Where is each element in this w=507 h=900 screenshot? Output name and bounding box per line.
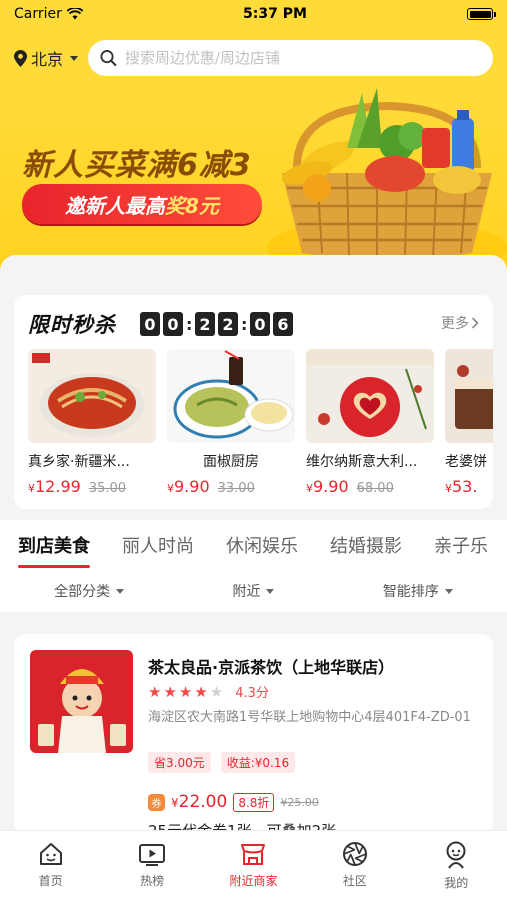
product-original-price: 68.00	[356, 481, 394, 496]
timer-digit: 2	[218, 312, 238, 336]
star-icon: ★	[163, 682, 177, 701]
wifi-icon	[66, 8, 83, 20]
product-original-price: 33.00	[217, 481, 255, 496]
product-name: 面椒厨房	[203, 454, 259, 470]
shop-card[interactable]: 茶太良品·京派茶饮（上地华联店） ★ ★ ★ ★ ★ 4.3分 海淀区农大南路1…	[14, 634, 493, 840]
home-icon	[39, 843, 62, 865]
search-input[interactable]	[124, 49, 481, 67]
nav-mine[interactable]: 我的	[416, 841, 496, 891]
product-card[interactable]: 维尔纳斯意大利... ¥9.90 68.00	[306, 349, 434, 496]
carrier-label: Carrier	[14, 6, 62, 22]
product-image	[445, 349, 493, 443]
product-price: ¥9.90	[306, 477, 349, 496]
banner-invite-pill[interactable]: 邀新人最高 奖8元	[22, 184, 262, 224]
vegetable-basket-illustration	[267, 88, 507, 273]
coupon-icon: 券	[148, 793, 165, 811]
shop-address: 海淀区农大南路1号华联上地购物中心4层401F4-ZD-01	[148, 710, 471, 725]
chevron-down-icon	[266, 588, 275, 594]
product-name: 维尔纳斯意大利...	[306, 454, 418, 470]
shop-icon	[241, 844, 266, 865]
product-card[interactable]: 面椒厨房 ¥9.90 33.00	[167, 349, 295, 496]
search-bar[interactable]	[88, 40, 493, 76]
product-card[interactable]: 老婆饼 ¥53.	[445, 349, 493, 496]
timer-digit: 0	[250, 312, 270, 336]
chevron-right-icon	[471, 317, 479, 329]
tab-beauty[interactable]: 丽人时尚	[122, 532, 194, 558]
deal-row[interactable]: 券 ¥22.00 8.8折 ¥25.00	[148, 792, 319, 812]
product-image	[306, 349, 434, 443]
star-icon: ★	[209, 682, 224, 701]
product-name: 老婆饼	[445, 454, 487, 470]
earning-tag: 收益:¥0.16	[220, 752, 296, 773]
star-icon: ★	[178, 682, 193, 701]
bottom-nav: 首页 热榜 附近商家 社区 我的	[0, 830, 507, 900]
chevron-down-icon	[70, 55, 79, 61]
aperture-icon	[342, 842, 367, 866]
product-image	[167, 349, 295, 443]
flash-sale-card: 限时秒杀 0 0 : 2 2 : 0 6 更多 真乡家·新疆米... ¥12.9…	[14, 295, 493, 509]
profile-icon	[446, 841, 466, 869]
timer-digit: 0	[163, 312, 183, 336]
deal-price: ¥22.00	[171, 792, 228, 812]
nav-hot[interactable]: 热榜	[112, 841, 192, 889]
product-original-price: 35.00	[88, 481, 127, 496]
tab-leisure[interactable]: 休闲娱乐	[226, 532, 298, 558]
rating-score: 4.3分	[235, 686, 269, 701]
chevron-down-icon	[444, 588, 453, 594]
discount-badge: 8.8折	[233, 792, 275, 812]
product-price: ¥9.90	[167, 477, 210, 496]
shop-name: 茶太良品·京派茶饮（上地华联店）	[148, 658, 395, 677]
countdown-timer: 0 0 : 2 2 : 0 6	[140, 312, 293, 336]
nav-home[interactable]: 首页	[11, 841, 91, 889]
status-time: 5:37 PM	[243, 6, 307, 22]
city-selector[interactable]: 北京	[14, 46, 79, 70]
product-name: 真乡家·新疆米...	[28, 454, 130, 470]
status-bar: Carrier 5:37 PM	[0, 0, 507, 28]
more-link[interactable]: 更多	[441, 313, 479, 333]
nav-nearby[interactable]: 附近商家	[213, 841, 293, 889]
product-image	[28, 349, 156, 443]
flash-sale-products: 真乡家·新疆米... ¥12.99 35.00 面椒厨房 ¥9.90 33.00…	[28, 349, 493, 496]
city-label: 北京	[31, 50, 64, 69]
product-card[interactable]: 真乡家·新疆米... ¥12.99 35.00	[28, 349, 156, 496]
category-tabs: 到店美食 丽人时尚 休闲娱乐 结婚摄影 亲子乐	[0, 520, 507, 570]
banner-title: 新人买菜满6减3	[22, 148, 252, 183]
filter-distance[interactable]: 附近	[232, 581, 275, 601]
tab-food[interactable]: 到店美食	[18, 532, 90, 568]
video-icon	[139, 844, 166, 866]
location-pin-icon	[14, 49, 27, 67]
tab-wedding[interactable]: 结婚摄影	[330, 532, 402, 558]
battery-icon	[467, 8, 496, 20]
deal-original-price: ¥25.00	[280, 795, 319, 809]
tab-kids[interactable]: 亲子乐	[434, 532, 488, 558]
header: 北京	[0, 28, 507, 88]
star-icon: ★	[148, 682, 162, 701]
saving-tag: 省3.00元	[148, 752, 211, 773]
chevron-down-icon	[116, 588, 125, 594]
shop-rating: ★ ★ ★ ★ ★ 4.3分	[148, 682, 269, 702]
search-icon	[100, 50, 117, 67]
star-icon: ★	[194, 682, 208, 701]
shop-image	[30, 650, 133, 753]
promo-banner[interactable]: 新人买菜满6减3 邀新人最高 奖8元	[0, 88, 507, 273]
nav-community[interactable]: 社区	[315, 841, 395, 889]
timer-digit: 6	[273, 312, 293, 336]
filter-category[interactable]: 全部分类	[54, 581, 125, 601]
timer-digit: 0	[140, 312, 160, 336]
product-price: ¥12.99	[28, 477, 81, 496]
product-price: ¥53.	[445, 477, 478, 496]
filter-sort[interactable]: 智能排序	[383, 581, 453, 601]
shop-tags: 省3.00元 收益:¥0.16	[148, 752, 296, 773]
filter-bar: 全部分类 附近 智能排序	[0, 570, 507, 612]
timer-digit: 2	[195, 312, 215, 336]
flash-sale-title: 限时秒杀	[28, 313, 116, 337]
